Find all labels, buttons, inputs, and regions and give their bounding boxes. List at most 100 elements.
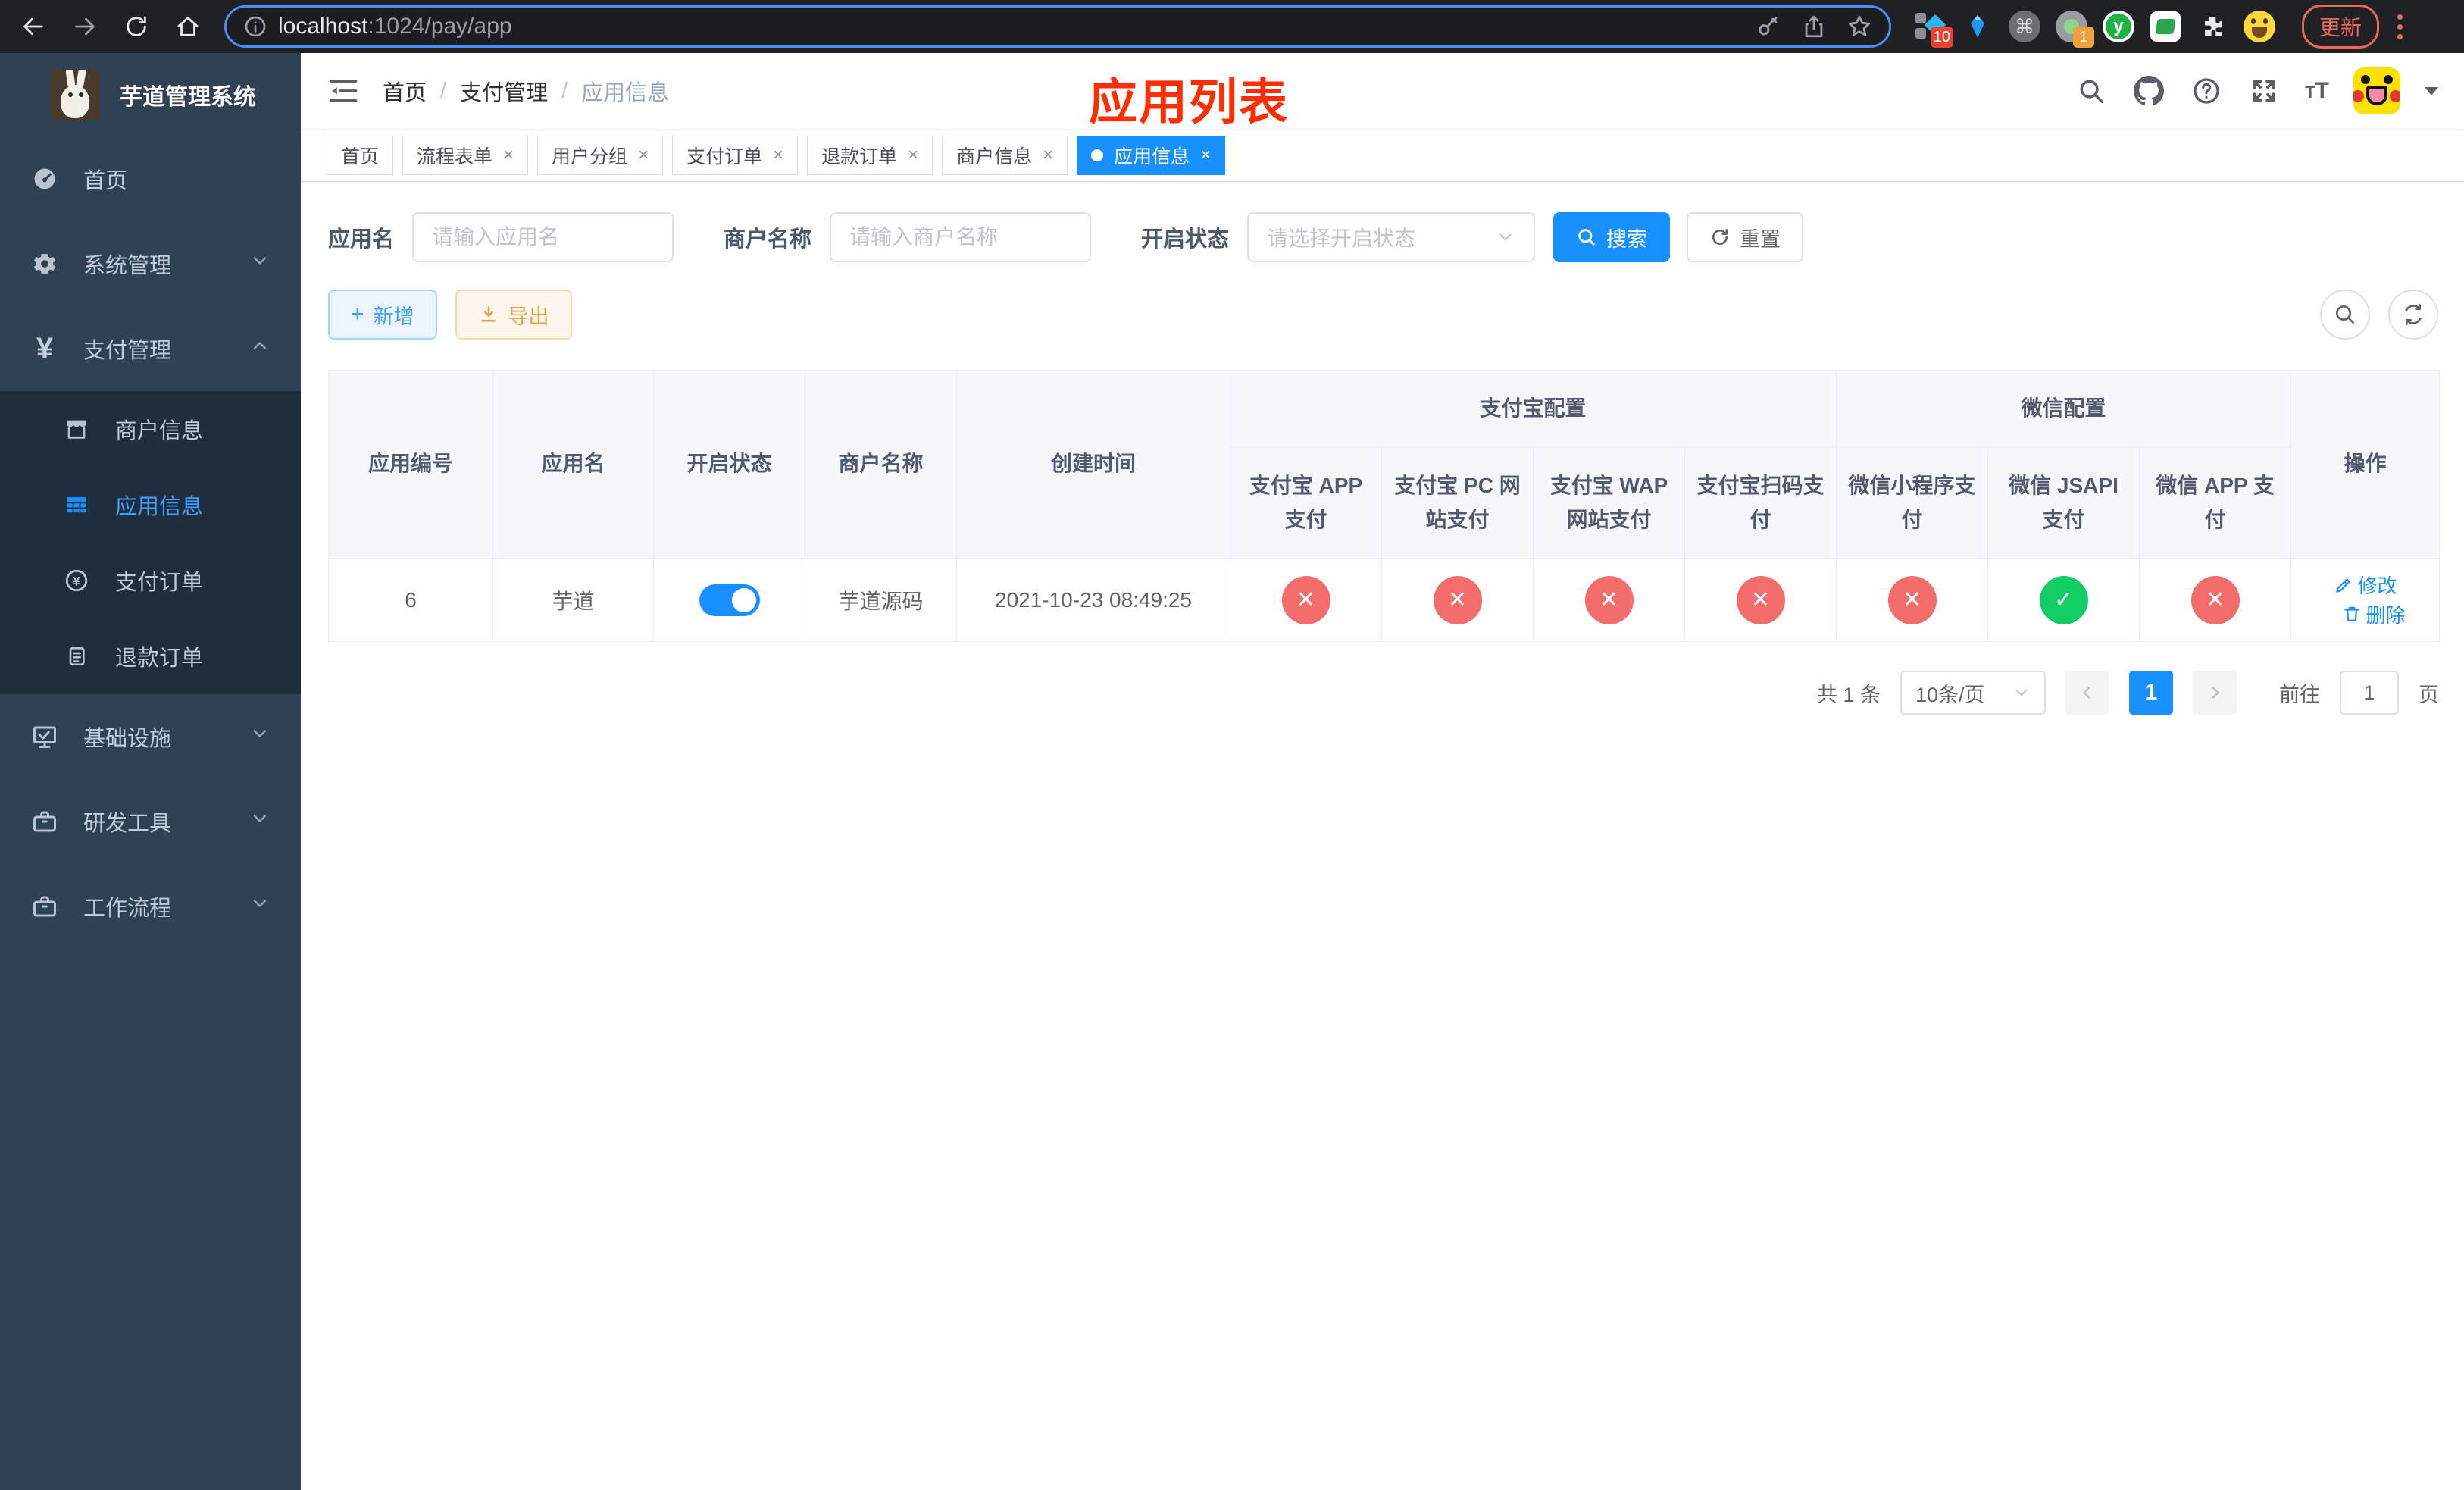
page-size-select[interactable]: 10条/页 — [1900, 671, 2046, 715]
sidebar-collapse-icon[interactable] — [327, 74, 360, 108]
close-icon[interactable]: × — [908, 145, 918, 166]
sidebar-item-payment-order[interactable]: ¥ 支付订单 — [0, 543, 301, 618]
breadcrumb-separator: / — [440, 78, 447, 103]
tab-user-group[interactable]: 用户分组 × — [537, 135, 664, 175]
sidebar-group-system[interactable]: 系统管理 — [0, 221, 301, 306]
payment-submenu: 商户信息 应用信息 ¥ 支付订单 退款订单 — [0, 391, 301, 694]
browser-toolbar: localhost:1024/pay/app 10 ⌘ 1 y 更新 — [0, 0, 2464, 53]
prev-page-button[interactable] — [2065, 671, 2109, 715]
ext-gem-icon[interactable] — [1961, 10, 1994, 43]
browser-home-icon[interactable] — [165, 4, 211, 49]
refresh-icon — [1712, 229, 1728, 246]
col-header-alipay-wap: 支付宝 WAP 网站支付 — [1533, 446, 1685, 559]
page-1-button[interactable]: 1 — [2129, 671, 2173, 715]
chrome-update-button[interactable]: 更新 — [2302, 5, 2380, 49]
cell-created: 2021-10-23 08:49:25 — [956, 558, 1230, 643]
app-name-input[interactable] — [412, 212, 674, 262]
ext-command-icon[interactable]: ⌘ — [2008, 10, 2041, 43]
github-icon[interactable] — [2132, 74, 2165, 108]
close-icon[interactable]: × — [503, 145, 514, 166]
ext-y-icon[interactable]: y — [2102, 10, 2135, 43]
reset-button[interactable]: 重置 — [1687, 212, 1804, 262]
user-menu-caret-icon[interactable] — [2425, 86, 2438, 95]
hide-search-button[interactable] — [2320, 290, 2370, 340]
sidebar-item-app-info[interactable]: 应用信息 — [0, 467, 301, 543]
sidebar-group-infrastructure[interactable]: 基础设施 — [0, 694, 301, 779]
close-icon[interactable]: × — [1200, 145, 1211, 166]
ext-puzzle-icon[interactable] — [2196, 10, 2229, 43]
cell-actions: 修改 删除 — [2290, 558, 2441, 643]
col-header-wx-mini: 微信小程序支付 — [1836, 446, 1989, 559]
alipay-pc-disabled-icon — [1433, 575, 1482, 624]
tab-app-info[interactable]: 应用信息 × — [1077, 135, 1226, 175]
ext-pinned-icon[interactable]: 10 — [1914, 10, 1953, 48]
sidebar-group-payment[interactable]: ¥ 支付管理 — [0, 306, 301, 391]
tab-merchant-info[interactable]: 商户信息 × — [942, 135, 1068, 175]
sidebar-item-label: 基础设施 — [83, 727, 172, 751]
user-avatar[interactable] — [2353, 67, 2400, 114]
sidebar-item-refund-order[interactable]: 退款订单 — [0, 618, 301, 694]
wx-mini-disabled-icon — [1887, 575, 1937, 624]
cell-id: 6 — [328, 558, 493, 643]
wx-jsapi-enabled-icon — [2039, 575, 2088, 624]
tab-home[interactable]: 首页 — [327, 135, 394, 175]
chevron-down-icon — [249, 250, 270, 277]
edit-link[interactable]: 修改 — [2334, 571, 2397, 599]
ext-emoji-avatar[interactable] — [2243, 10, 2276, 43]
pagination: 共 1 条 10条/页 1 前往 页 — [328, 671, 2439, 715]
search-button[interactable]: 搜索 — [1553, 212, 1671, 262]
bookmark-star-icon[interactable] — [1846, 14, 1872, 39]
sidebar-item-label: 支付管理 — [83, 339, 172, 363]
breadcrumb-home[interactable]: 首页 — [383, 75, 427, 107]
font-size-icon[interactable]: TT — [2305, 78, 2329, 104]
browser-menu-icon[interactable] — [2397, 14, 2403, 39]
close-icon[interactable]: × — [773, 145, 783, 166]
tab-refund-order[interactable]: 退款订单 × — [807, 135, 933, 175]
goto-page-input[interactable] — [2340, 671, 2399, 715]
browser-back-icon[interactable] — [11, 4, 56, 49]
chevron-right-icon — [2212, 687, 2219, 700]
chevron-down-icon — [249, 893, 270, 920]
app-name-label: 应用名 — [328, 227, 395, 252]
close-icon[interactable]: × — [1043, 145, 1053, 166]
table-row: 6 芋道 芋道源码 2021-10-23 08:49:25 ✕ ✕ ✕ ✕ ✕ … — [328, 558, 2441, 643]
briefcase-icon — [30, 807, 59, 836]
tab-payment-order[interactable]: 支付订单 × — [672, 135, 799, 175]
fullscreen-icon[interactable] — [2247, 74, 2281, 108]
browser-forward-icon[interactable] — [62, 4, 108, 49]
sidebar-item-label: 系统管理 — [83, 254, 172, 278]
close-icon[interactable]: × — [638, 145, 649, 166]
password-key-icon[interactable] — [1756, 14, 1781, 39]
export-button[interactable]: 导出 — [455, 290, 572, 340]
page-annotation-title: 应用列表 — [1089, 75, 1289, 130]
table-header-row-1: 应用编号 应用名 开启状态 商户名称 创建时间 支付宝配置 微信配置 操作 — [328, 369, 2441, 559]
address-bar[interactable]: localhost:1024/pay/app — [224, 5, 1891, 48]
sidebar: 芋道管理系统 首页 系统管理 ¥ 支付管理 商户信息 应用信息 ¥ 支付订单 退… — [0, 53, 301, 1490]
app-logo-row[interactable]: 芋道管理系统 — [0, 53, 301, 136]
browser-reload-icon[interactable] — [114, 4, 159, 49]
sidebar-item-merchant-info[interactable]: 商户信息 — [0, 391, 301, 467]
status-toggle[interactable] — [699, 584, 760, 616]
sidebar-menu: 首页 系统管理 ¥ 支付管理 商户信息 应用信息 ¥ 支付订单 退款订单 基础设… — [0, 136, 301, 1490]
site-info-icon[interactable] — [243, 14, 267, 39]
next-page-button[interactable] — [2193, 671, 2237, 715]
status-select[interactable]: 请选择开启状态 — [1247, 212, 1536, 262]
navbar-actions: TT — [2075, 67, 2438, 114]
breadcrumb-section: 支付管理 — [460, 81, 549, 105]
tab-process-form[interactable]: 流程表单 × — [402, 135, 529, 175]
help-icon[interactable] — [2190, 74, 2223, 108]
sidebar-group-workflow[interactable]: 工作流程 — [0, 864, 301, 949]
add-button[interactable]: + 新增 — [328, 290, 437, 340]
col-header-created: 创建时间 — [956, 369, 1230, 559]
sidebar-item-home[interactable]: 首页 — [0, 136, 301, 221]
share-icon[interactable] — [1801, 14, 1827, 39]
ext-chat-icon[interactable] — [2149, 10, 2182, 43]
delete-link[interactable]: 删除 — [2342, 600, 2406, 628]
dashboard-icon — [30, 164, 59, 193]
ext-record-icon[interactable]: 1 — [2055, 10, 2094, 48]
sidebar-group-devtools[interactable]: 研发工具 — [0, 779, 301, 864]
search-icon[interactable] — [2075, 74, 2108, 108]
yen-icon: ¥ — [36, 332, 54, 365]
refresh-table-button[interactable] — [2388, 290, 2438, 340]
merchant-name-input[interactable] — [830, 212, 1092, 262]
